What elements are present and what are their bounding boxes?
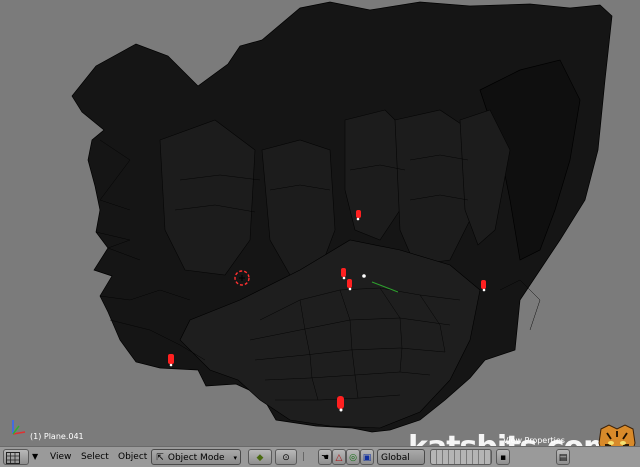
active-object-label: (1) Plane.041 bbox=[30, 432, 84, 441]
grid-icon bbox=[6, 452, 20, 464]
lamp-marker bbox=[356, 210, 361, 218]
orientation-dropdown[interactable]: Global bbox=[377, 449, 425, 465]
render-button[interactable]: ▤ bbox=[556, 449, 570, 465]
scale-widget[interactable]: ▣ bbox=[360, 449, 374, 465]
tiger-logo bbox=[598, 424, 636, 446]
watermark: katsbits.com bbox=[408, 430, 614, 446]
3d-view-header: ▼ View Select Object ⇱ Object Mode ▾ ◆ ⊙… bbox=[0, 446, 640, 467]
manipulator-toggle[interactable]: ☚ bbox=[318, 449, 332, 465]
collapse-menu-icon[interactable]: ▼ bbox=[32, 449, 42, 465]
3d-viewport[interactable]: (1) Plane.041 View Properties katsbits.c… bbox=[0, 0, 640, 446]
lamp-marker bbox=[341, 268, 346, 277]
draw-type-button[interactable]: ◆ bbox=[248, 449, 272, 465]
editor-type-button[interactable] bbox=[3, 449, 29, 465]
separator: | bbox=[302, 452, 306, 462]
lamp-marker bbox=[347, 279, 352, 288]
menu-object[interactable]: Object bbox=[115, 449, 150, 465]
mode-label: Object Mode bbox=[167, 453, 225, 463]
axis-gizmo-icon bbox=[12, 420, 26, 435]
triangle-icon: △ bbox=[335, 453, 343, 463]
hand-icon: ☚ bbox=[320, 453, 330, 463]
lock-layers-button[interactable]: ▪ bbox=[496, 449, 510, 465]
layer-buttons[interactable] bbox=[430, 449, 492, 465]
chevron-down-icon: ▾ bbox=[233, 454, 237, 462]
orientation-label: Global bbox=[381, 453, 410, 463]
lock-icon: ▪ bbox=[499, 453, 507, 463]
circle-icon: ◎ bbox=[349, 453, 357, 463]
translate-widget[interactable]: △ bbox=[332, 449, 346, 465]
lamp-marker bbox=[481, 280, 486, 289]
square-icon: ▣ bbox=[362, 453, 372, 463]
menu-view[interactable]: View bbox=[47, 449, 74, 465]
object-mode-icon: ⇱ bbox=[156, 453, 164, 463]
camera-icon: ▤ bbox=[558, 453, 568, 463]
menu-select[interactable]: Select bbox=[78, 449, 112, 465]
lamp-marker bbox=[168, 354, 174, 364]
pivot-icon: ⊙ bbox=[282, 453, 290, 463]
lamp-marker bbox=[337, 396, 344, 409]
rotate-widget[interactable]: ◎ bbox=[346, 449, 360, 465]
cave-mesh-render bbox=[71, 1, 613, 433]
pivot-button[interactable]: ⊙ bbox=[275, 449, 297, 465]
cube-diamond-icon: ◆ bbox=[256, 453, 264, 463]
mode-dropdown[interactable]: ⇱ Object Mode ▾ bbox=[151, 449, 241, 465]
